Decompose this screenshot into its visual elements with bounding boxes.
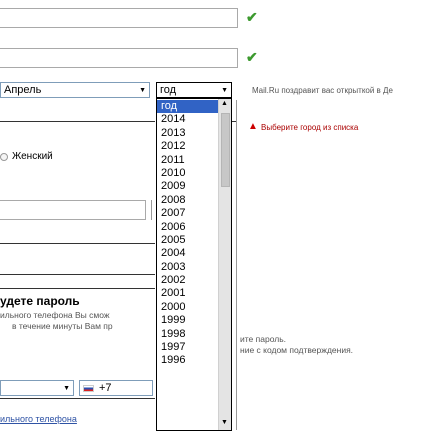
birth-month-select[interactable]: Апрель ▼ — [0, 82, 150, 98]
year-option[interactable]: 2012 — [157, 140, 218, 153]
dropdown-arrow-icon: ▼ — [221, 86, 228, 94]
name-field[interactable] — [0, 8, 238, 28]
year-value: год — [160, 84, 177, 96]
year-option[interactable]: 2008 — [157, 194, 218, 207]
check-icon: ✔ — [246, 49, 258, 65]
divider-line — [236, 100, 237, 430]
password-hint-line1: ите пароль. — [240, 334, 286, 344]
year-option[interactable]: 2004 — [157, 247, 218, 260]
phone-code-field[interactable]: +7 — [79, 380, 153, 396]
scroll-down-arrow[interactable]: ▼ — [221, 419, 228, 426]
year-option[interactable]: 2014 — [157, 113, 218, 126]
phone-code: +7 — [99, 382, 112, 394]
gender-female-label: Женский — [12, 151, 53, 162]
dropdown-arrow-icon: ▼ — [139, 86, 146, 94]
year-dropdown-list[interactable]: год 2014 2013 2012 2011 2010 2009 2008 2007 2006 2… — [156, 98, 232, 431]
scroll-thumb[interactable] — [221, 113, 230, 187]
email-field-edge — [151, 200, 155, 220]
surname-field[interactable] — [0, 48, 238, 68]
gender-female-radio[interactable] — [0, 153, 8, 161]
year-option[interactable]: 2001 — [157, 287, 218, 300]
year-option[interactable]: 2006 — [157, 221, 218, 234]
phone-link[interactable]: ильного телефона — [0, 414, 77, 424]
phone-hint-line1: ильного телефона Вы смож — [0, 310, 110, 320]
password-heading: удете пароль — [0, 294, 80, 308]
password-field[interactable] — [0, 222, 155, 244]
month-value: Апрель — [4, 84, 42, 96]
scrollbar[interactable]: ▲ ▼ — [218, 99, 231, 430]
year-option[interactable]: 1996 — [157, 354, 218, 367]
year-option[interactable]: год — [157, 100, 218, 114]
year-option[interactable]: 1998 — [157, 328, 218, 341]
year-option[interactable]: 2002 — [157, 274, 218, 287]
russia-flag-icon — [83, 384, 94, 392]
extra-field[interactable] — [0, 267, 155, 289]
year-option[interactable]: 2013 — [157, 127, 218, 140]
scroll-up-arrow[interactable]: ▲ — [221, 100, 228, 107]
email-field[interactable] — [0, 200, 146, 220]
year-option[interactable]: 2007 — [157, 207, 218, 220]
country-select[interactable]: ▼ — [0, 380, 74, 396]
phone-hint-line2: в течение минуты Вам пр — [12, 321, 113, 331]
year-option[interactable]: 2000 — [157, 301, 218, 314]
phone-field-underline — [0, 398, 155, 399]
year-option[interactable]: 2005 — [157, 234, 218, 247]
warning-icon: ▲ — [248, 121, 258, 132]
birth-year-select[interactable]: год ▼ — [156, 82, 232, 98]
city-error: Выберите город из списка — [261, 123, 359, 132]
city-field[interactable] — [0, 100, 155, 122]
password-hint-line2: ние с кодом подтверждения. — [240, 345, 354, 355]
dropdown-arrow-icon: ▼ — [63, 384, 70, 392]
check-icon: ✔ — [246, 9, 258, 25]
year-option[interactable]: 2009 — [157, 180, 218, 193]
year-option[interactable]: 1997 — [157, 341, 218, 354]
year-option[interactable]: 2010 — [157, 167, 218, 180]
year-option[interactable]: 2003 — [157, 261, 218, 274]
greeting-note: Mail.Ru поздравит вас открыткой в Де — [252, 86, 393, 95]
year-option[interactable]: 1999 — [157, 314, 218, 327]
year-option[interactable]: 2011 — [157, 154, 218, 167]
